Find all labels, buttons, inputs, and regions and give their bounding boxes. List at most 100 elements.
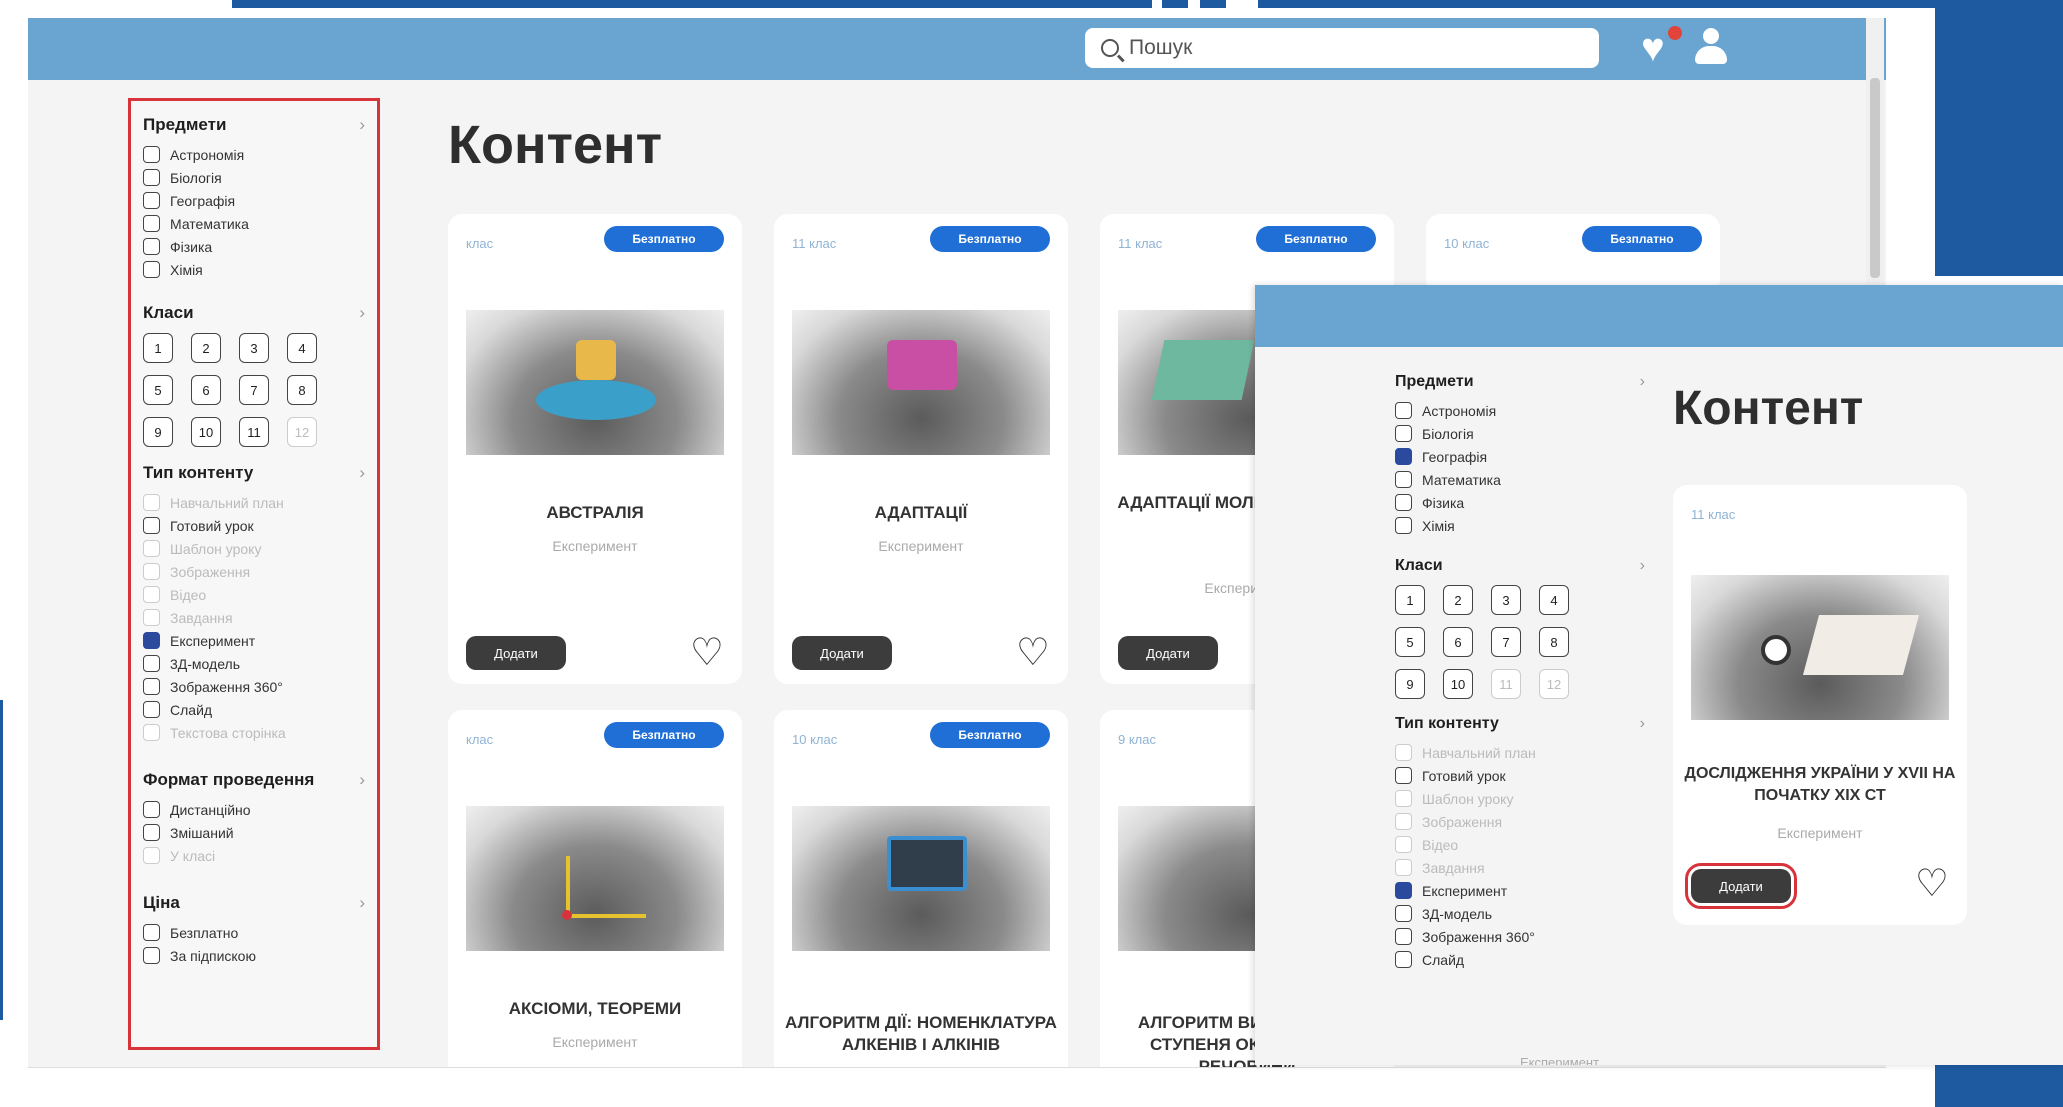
filter-section-price[interactable]: Ціна › [143, 893, 365, 913]
filter-section-subjects[interactable]: Предмети › [143, 115, 365, 135]
grade-button[interactable]: 5 [143, 375, 173, 405]
heart-icon[interactable]: ♡ [690, 634, 724, 672]
filter-option[interactable]: Фізика [143, 235, 365, 258]
filter-section-subjects[interactable]: Предмети › [1395, 373, 1645, 391]
grade-button[interactable]: 7 [1491, 627, 1521, 657]
filter-option[interactable]: 3Д-модель [1395, 902, 1645, 925]
grade-button[interactable]: 2 [191, 333, 221, 363]
checkbox[interactable] [143, 169, 160, 186]
filter-option[interactable]: Хімія [1395, 514, 1645, 537]
grade-button[interactable]: 3 [239, 333, 269, 363]
filter-section-content-type[interactable]: Тип контенту › [1395, 715, 1645, 733]
filter-option[interactable]: Зображення 360° [143, 675, 365, 698]
grade-button[interactable]: 6 [1443, 627, 1473, 657]
checkbox[interactable] [1395, 928, 1412, 945]
filter-option[interactable]: Біологія [1395, 422, 1645, 445]
scrollbar-thumb[interactable] [1870, 78, 1880, 278]
checkbox[interactable] [143, 632, 160, 649]
grade-button[interactable]: 11 [239, 417, 269, 447]
grade-button[interactable]: 8 [1539, 627, 1569, 657]
filter-option[interactable]: За підпискою [143, 944, 365, 967]
grade-button[interactable]: 4 [1539, 585, 1569, 615]
checkbox[interactable] [143, 517, 160, 534]
filter-section-grades[interactable]: Класи › [143, 303, 365, 323]
card-preview-image[interactable] [466, 806, 724, 951]
grade-button[interactable]: 1 [1395, 585, 1425, 615]
checkbox[interactable] [1395, 517, 1412, 534]
checkbox[interactable] [1395, 905, 1412, 922]
grade-button[interactable]: 7 [239, 375, 269, 405]
card-preview-image[interactable] [1691, 575, 1949, 720]
filter-option[interactable]: Експеримент [1395, 879, 1645, 902]
card-preview-image[interactable] [466, 310, 724, 455]
grade-button[interactable]: 12 [1539, 669, 1569, 699]
user-icon[interactable] [1693, 28, 1729, 66]
heart-icon[interactable]: ♡ [1915, 865, 1949, 903]
filter-option[interactable]: Біологія [143, 166, 365, 189]
filter-option[interactable]: Астрономія [143, 143, 365, 166]
filter-option[interactable]: Математика [1395, 468, 1645, 491]
grade-button[interactable]: 10 [191, 417, 221, 447]
checkbox[interactable] [143, 215, 160, 232]
filter-section-format[interactable]: Формат проведення › [143, 770, 365, 790]
grade-button[interactable]: 9 [1395, 669, 1425, 699]
card-preview-image[interactable] [792, 310, 1050, 455]
grade-button[interactable]: 12 [287, 417, 317, 447]
checkbox[interactable] [1395, 494, 1412, 511]
checkbox[interactable] [143, 824, 160, 841]
checkbox[interactable] [143, 701, 160, 718]
checkbox[interactable] [143, 655, 160, 672]
filter-option[interactable]: Безплатно [143, 921, 365, 944]
add-button[interactable]: Додати [1685, 863, 1797, 909]
add-button[interactable]: Додати [1118, 636, 1218, 670]
card-preview-image[interactable] [792, 806, 1050, 951]
grade-button[interactable]: 9 [143, 417, 173, 447]
filter-section-content-type[interactable]: Тип контенту › [143, 463, 365, 483]
grade-button[interactable]: 8 [287, 375, 317, 405]
filter-option[interactable]: Дистанційно [143, 798, 365, 821]
filter-option[interactable]: Географія [143, 189, 365, 212]
checkbox[interactable] [1395, 767, 1412, 784]
checkbox[interactable] [143, 801, 160, 818]
checkbox[interactable] [143, 947, 160, 964]
filter-option[interactable]: 3Д-модель [143, 652, 365, 675]
grade-button[interactable]: 1 [143, 333, 173, 363]
grade-button[interactable]: 11 [1491, 669, 1521, 699]
filter-option[interactable]: Географія [1395, 445, 1645, 468]
checkbox[interactable] [143, 678, 160, 695]
add-button[interactable]: Додати [466, 636, 566, 670]
grade-button[interactable]: 10 [1443, 669, 1473, 699]
checkbox[interactable] [1395, 425, 1412, 442]
filter-option[interactable]: Хімія [143, 258, 365, 281]
checkbox[interactable] [143, 238, 160, 255]
filter-option[interactable]: Експеримент [143, 629, 365, 652]
filter-option[interactable]: Слайд [1395, 948, 1645, 971]
add-button[interactable]: Додати [792, 636, 892, 670]
grade-button[interactable]: 6 [191, 375, 221, 405]
search-input[interactable]: Пошук [1085, 28, 1599, 68]
grade-button[interactable]: 2 [1443, 585, 1473, 615]
filter-option[interactable]: Фізика [1395, 491, 1645, 514]
checkbox[interactable] [143, 924, 160, 941]
grade-button[interactable]: 3 [1491, 585, 1521, 615]
checkbox[interactable] [143, 146, 160, 163]
checkbox[interactable] [1395, 402, 1412, 419]
filter-option[interactable]: Готовий урок [143, 514, 365, 537]
grade-button[interactable]: 4 [287, 333, 317, 363]
checkbox[interactable] [1395, 471, 1412, 488]
filter-option[interactable]: Готовий урок [1395, 764, 1645, 787]
filter-section-grades[interactable]: Класи › [1395, 557, 1645, 575]
checkbox[interactable] [143, 261, 160, 278]
filter-option[interactable]: Слайд [143, 698, 365, 721]
checkbox[interactable] [1395, 448, 1412, 465]
filter-option[interactable]: Математика [143, 212, 365, 235]
checkbox[interactable] [1395, 951, 1412, 968]
checkbox[interactable] [1395, 882, 1412, 899]
heart-icon[interactable]: ♡ [1016, 634, 1050, 672]
filter-option[interactable]: Змішаний [143, 821, 365, 844]
grade-button[interactable]: 5 [1395, 627, 1425, 657]
checkbox[interactable] [143, 192, 160, 209]
favorites-heart-icon[interactable]: ♥ [1641, 28, 1665, 68]
filter-option[interactable]: Астрономія [1395, 399, 1645, 422]
filter-option[interactable]: Зображення 360° [1395, 925, 1645, 948]
